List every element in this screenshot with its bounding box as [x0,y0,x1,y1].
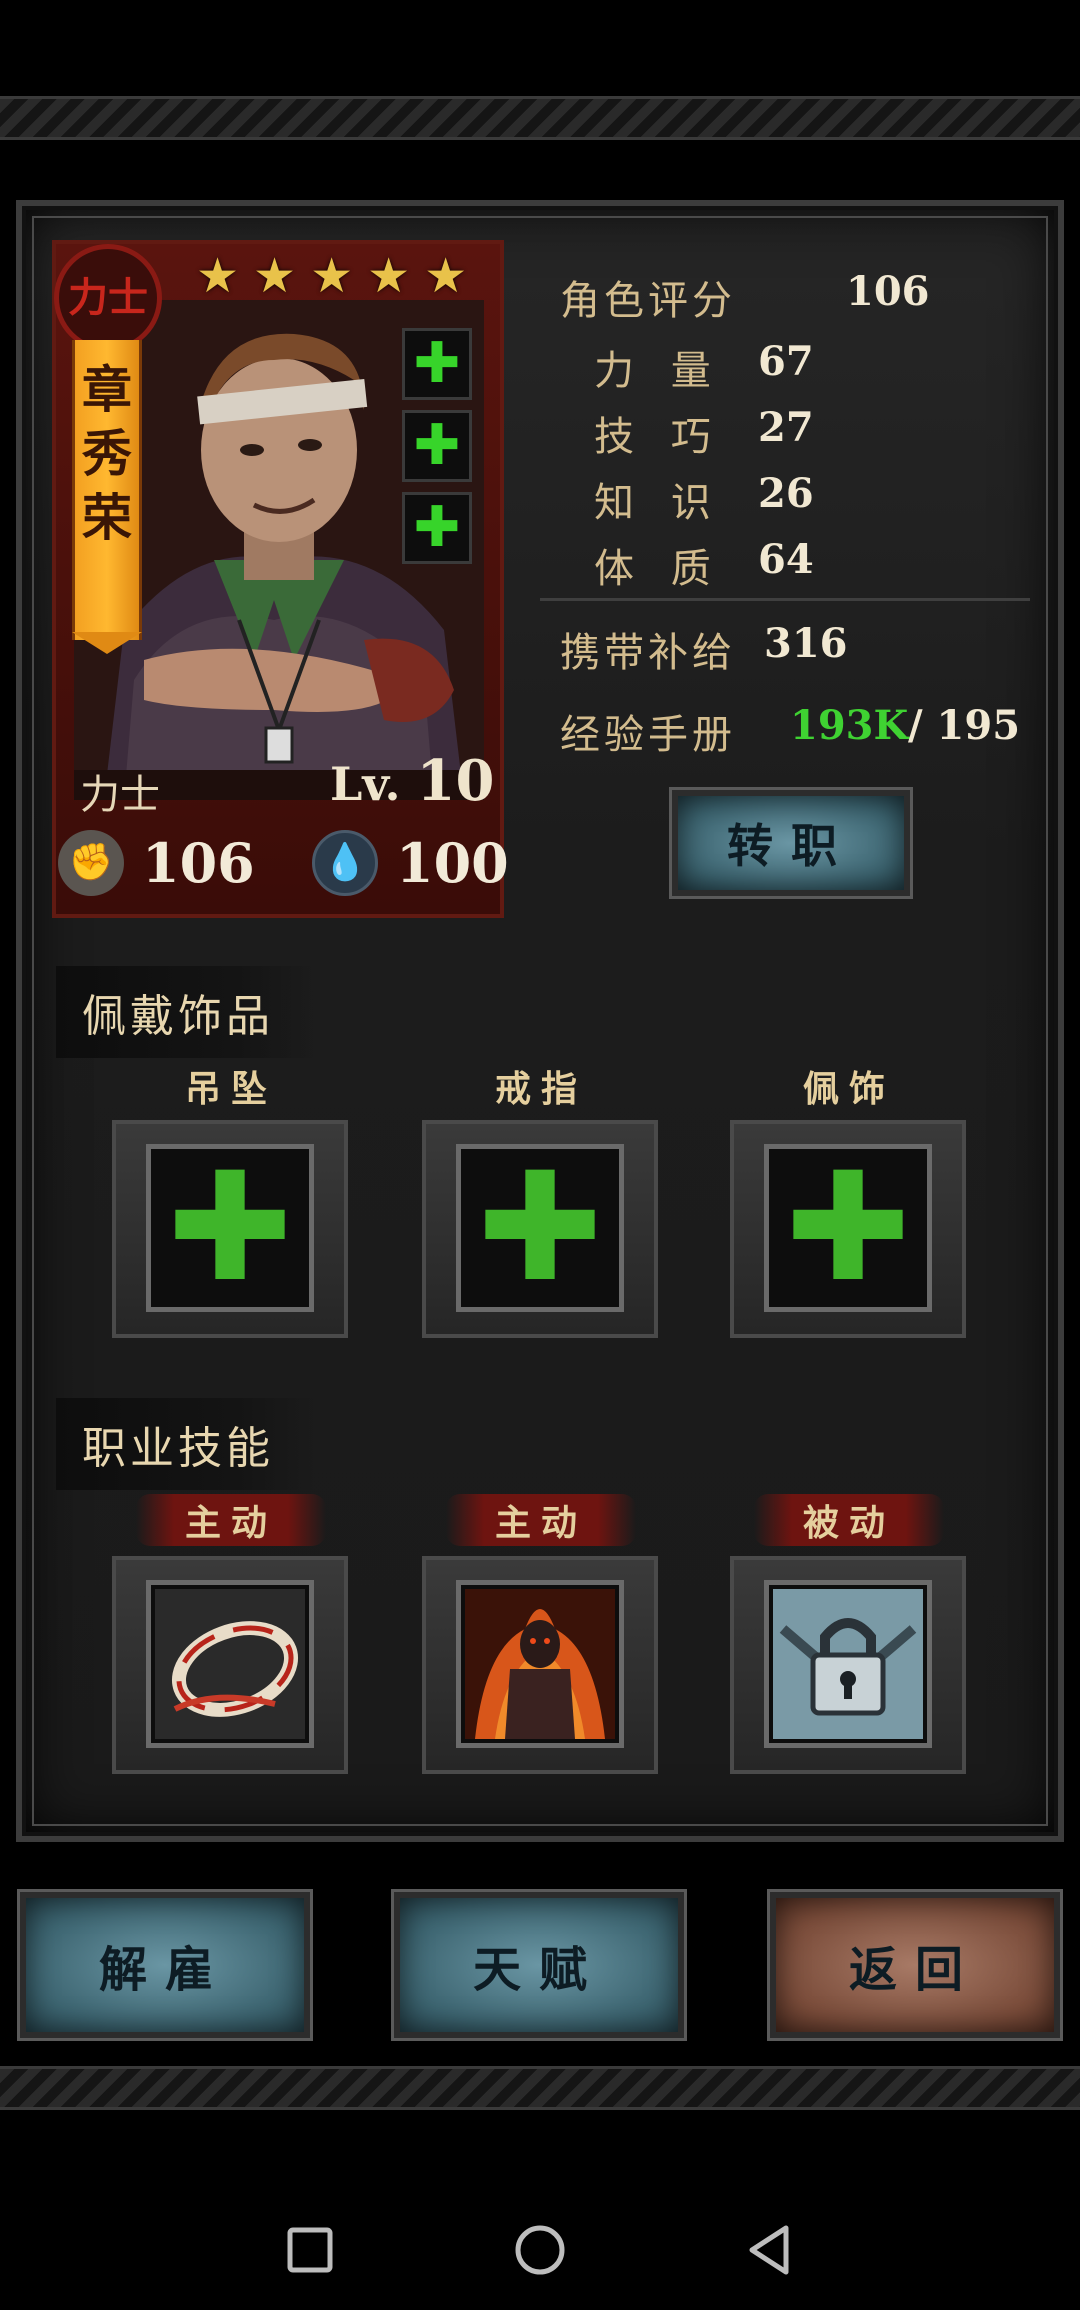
plus-icon: ✚ [167,1141,293,1315]
star-icon: ★ [253,248,297,304]
skill-type-label: 主动 [446,1494,636,1546]
hero-level: Lv. 10 [330,748,494,814]
home-button[interactable] [510,2220,570,2280]
level-value: 10 [416,748,495,814]
level-prefix: Lv. [330,757,401,811]
stats-divider [540,598,1030,601]
star-icon: ★ [310,248,354,304]
plus-icon: ✚ [413,495,461,560]
supplies-value: 316 [764,620,848,667]
square-icon [287,2227,333,2273]
stat-value-strength: 67 [758,338,814,385]
rating-value: 106 [846,268,930,315]
burning-rage-icon [465,1589,615,1739]
dismiss-button[interactable]: 解雇 [17,1889,313,2041]
skill-slot-3[interactable] [730,1556,966,1774]
slot-label-trinket: 佩饰 [802,1068,895,1110]
talent-button[interactable]: 天赋 [391,1889,687,2041]
stat-label-skill: 技 巧 [594,414,723,460]
star-icon: ★ [424,248,468,304]
exp-current: 193K [790,702,909,749]
stat-label-constitution: 体 质 [594,546,723,592]
slot-label-pendant: 吊坠 [184,1068,277,1110]
skill-slot-2[interactable] [422,1556,658,1774]
triangle-back-icon [749,2225,789,2275]
power-value: 106 [142,831,255,895]
pendant-slot[interactable]: ✚ [112,1120,348,1338]
skill-slot-inner [456,1580,624,1748]
recent-apps-button[interactable] [280,2220,340,2280]
trinket-slot-inner: ✚ [764,1144,932,1312]
hero-name-banner: 章 秀 荣 [72,340,142,640]
power-stat: ✊ 106 [58,830,255,896]
trinket-slot[interactable]: ✚ [730,1120,966,1338]
plus-icon: ✚ [413,413,461,478]
add-trait-button-1[interactable]: ✚ [402,328,472,400]
star-icon: ★ [196,248,240,304]
ring-slot[interactable]: ✚ [422,1120,658,1338]
name-char: 章 [82,360,132,419]
skills-title: 职业技能 [56,1398,314,1490]
drop-icon: 💧 [312,830,378,896]
back-button[interactable]: 返回 [767,1889,1063,2041]
accessories-title: 佩戴饰品 [56,966,314,1058]
slot-label-ring: 戒指 [494,1068,587,1110]
skill-slot-inner [764,1580,932,1748]
spirit-value: 100 [396,831,509,895]
stat-label-knowledge: 知 识 [594,480,723,526]
skill-slot-inner [146,1580,314,1748]
plus-icon: ✚ [785,1141,911,1315]
exp-label: 经验手册 [560,712,736,758]
whirlwind-slash-icon [155,1589,305,1739]
add-trait-button-3[interactable]: ✚ [402,492,472,564]
add-trait-button-2[interactable]: ✚ [402,410,472,482]
stat-label-strength: 力 量 [594,348,723,394]
skill-type-label: 主动 [136,1494,326,1546]
skill-type-label: 被动 [754,1494,944,1546]
spirit-stat: 💧 100 [312,830,509,896]
stat-value-constitution: 64 [758,536,814,583]
hero-class-name: 力士 [80,772,160,818]
back-nav-button[interactable] [740,2220,800,2280]
fist-icon: ✊ [58,830,124,896]
name-char: 荣 [82,488,132,547]
supplies-label: 携带补给 [560,630,736,676]
ring-slot-inner: ✚ [456,1144,624,1312]
skill-slot-1[interactable] [112,1556,348,1774]
stat-value-skill: 27 [758,404,814,451]
star-rating: ★ ★ ★ ★ ★ [196,252,467,300]
class-seal-icon: 力士 [54,244,162,352]
top-trim [0,96,1080,140]
rating-label: 角色评分 [560,278,736,324]
plus-icon: ✚ [477,1141,603,1315]
locked-chain-icon [773,1589,923,1739]
stat-value-knowledge: 26 [758,470,814,517]
star-icon: ★ [367,248,411,304]
name-char: 秀 [82,424,132,483]
pendant-slot-inner: ✚ [146,1144,314,1312]
bottom-trim [0,2066,1080,2110]
plus-icon: ✚ [413,331,461,396]
job-change-button[interactable]: 转职 [669,787,913,899]
banner-tip [72,632,142,654]
exp-max: / 195 [908,702,1021,749]
circle-icon [515,2225,565,2275]
